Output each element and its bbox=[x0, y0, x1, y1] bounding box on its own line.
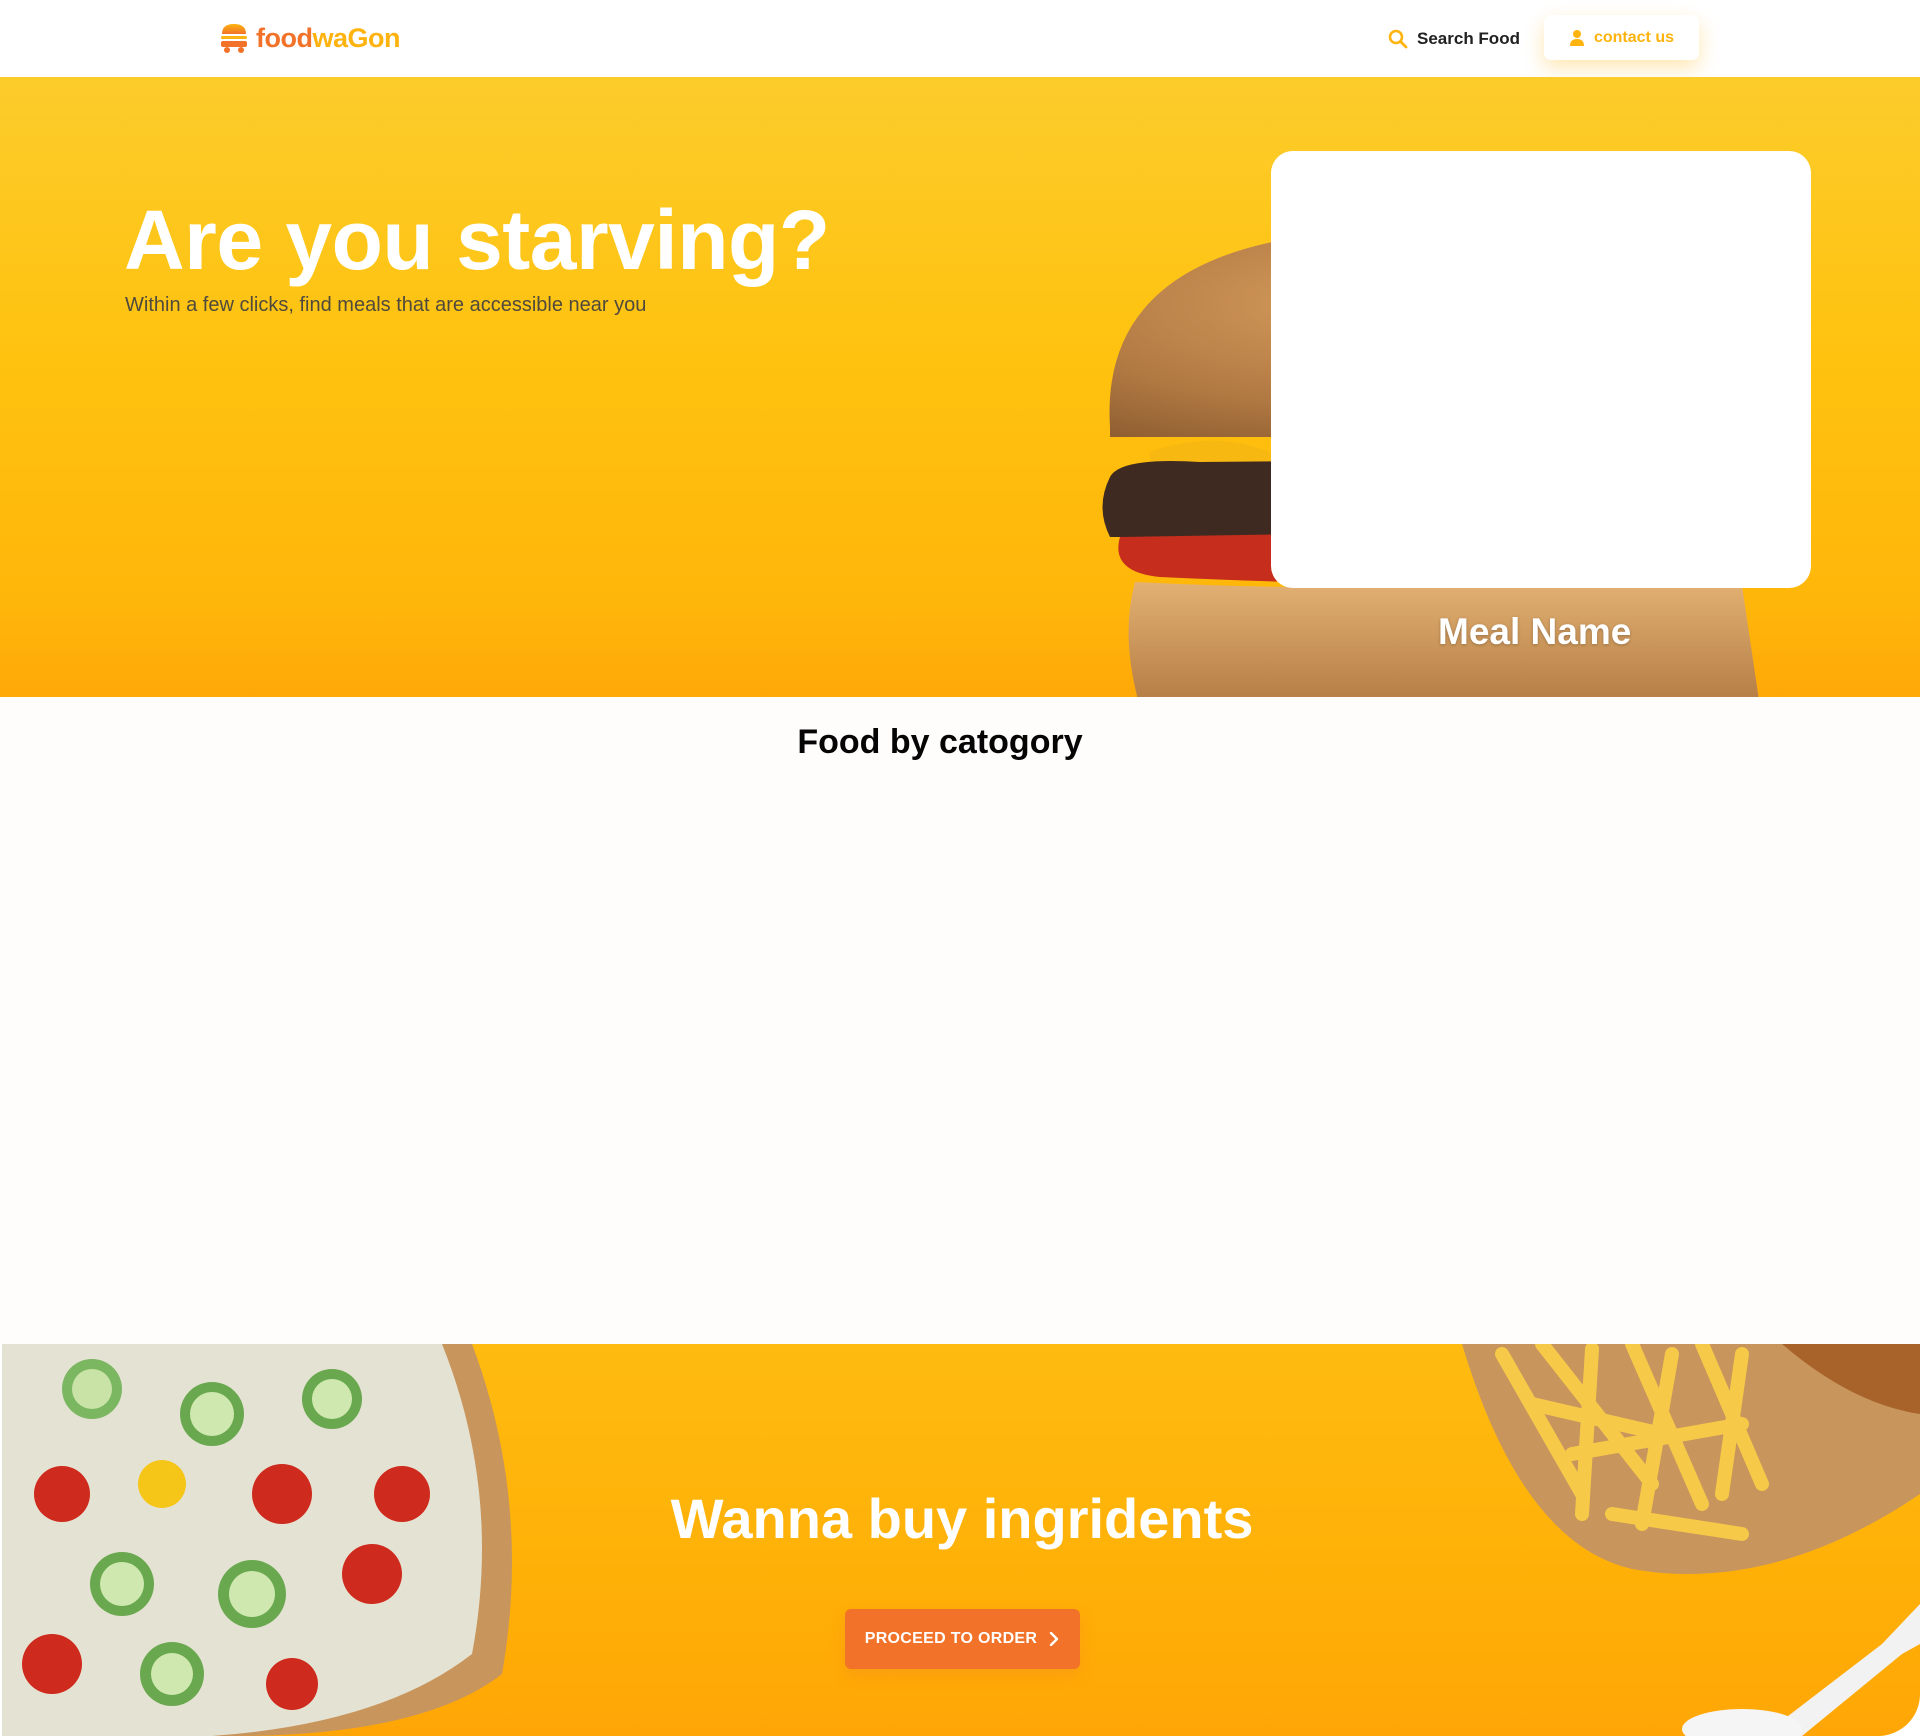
logo-text-wagon: waGon bbox=[312, 23, 400, 53]
navbar: foodwaGon Search Food contact us bbox=[0, 0, 1920, 77]
chevron-right-icon bbox=[1050, 1632, 1059, 1646]
user-icon bbox=[1569, 29, 1584, 46]
search-icon bbox=[1388, 29, 1408, 49]
hero-subtitle: Within a few clicks, find meals that are… bbox=[125, 294, 647, 316]
meal-name: Meal Name bbox=[1438, 611, 1632, 652]
contact-us-button[interactable]: contact us bbox=[1544, 15, 1699, 60]
logo-text: foodwaGon bbox=[256, 22, 400, 54]
hero-title: Are you starving? bbox=[124, 193, 830, 287]
category-title: Food by catogory bbox=[797, 723, 1083, 761]
banner-title: Wanna buy ingridents bbox=[670, 1487, 1254, 1550]
food-truck-burger-icon bbox=[221, 24, 247, 53]
logo[interactable]: foodwaGon bbox=[219, 22, 400, 54]
search-food-link[interactable]: Search Food bbox=[1388, 24, 1520, 54]
order-banner: Wanna buy ingridents PROCEED TO ORDER bbox=[2, 1344, 1920, 1736]
search-food-label: Search Food bbox=[1417, 29, 1520, 48]
meal-card[interactable] bbox=[1271, 151, 1811, 588]
proceed-to-order-label: PROCEED TO ORDER bbox=[864, 1630, 1038, 1647]
food-category-section: Food by catogory bbox=[0, 697, 1920, 1345]
contact-us-label: contact us bbox=[1593, 28, 1674, 46]
logo-text-food: food bbox=[256, 23, 313, 53]
proceed-to-order-button[interactable]: PROCEED TO ORDER bbox=[845, 1609, 1080, 1669]
hero-section: Are you starving? Within a few clicks, f… bbox=[0, 77, 1920, 697]
